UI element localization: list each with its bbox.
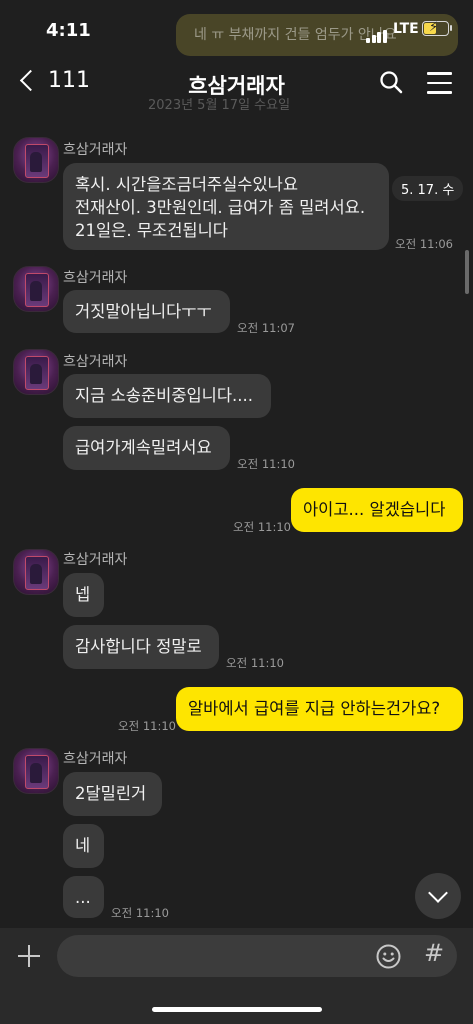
avatar[interactable] [13, 137, 59, 183]
signal-icon [366, 24, 388, 43]
avatar[interactable] [13, 549, 59, 595]
message-time: 오전 11:10 [237, 457, 295, 471]
battery-nub [450, 25, 452, 31]
message-bubble[interactable]: 감사합니다 정말로 [63, 625, 219, 669]
sender-name: 흐삼거래자 [63, 552, 128, 568]
menu-icon[interactable] [427, 72, 452, 101]
message-bubble[interactable]: 넵 [63, 573, 104, 617]
network-label: LTE [393, 21, 419, 37]
message-bubble[interactable]: 네 [63, 824, 104, 868]
sender-name: 흐삼거래자 [63, 142, 128, 158]
battery-icon: ⚡ [422, 20, 449, 36]
my-message-bubble[interactable]: 아이고... 알겠습니다 [291, 488, 463, 532]
search-icon[interactable] [379, 70, 403, 98]
message-time: 오전 11:10 [111, 906, 169, 920]
scrollbar[interactable] [465, 250, 469, 294]
status-bar: 네 ㅠ 부채까지 건들 엄두가 안나요 4:11 LTE ⚡ [0, 0, 473, 58]
emoji-icon[interactable] [376, 944, 401, 973]
home-indicator [152, 1007, 322, 1012]
message-time: 오전 11:10 [233, 520, 291, 534]
message-time: 오전 11:06 [395, 237, 453, 251]
plus-icon[interactable] [18, 945, 40, 967]
avatar[interactable] [13, 349, 59, 395]
hash-icon[interactable]: # [424, 939, 444, 967]
message-time: 오전 11:07 [237, 321, 295, 335]
message-time: 오전 11:10 [226, 656, 284, 670]
message-bubble[interactable]: 2달밀린거 [63, 772, 162, 816]
scroll-to-bottom-button[interactable] [415, 873, 461, 919]
message-bubble[interactable]: 지금 소송준비중입니다.... [63, 374, 271, 418]
chevron-down-icon [428, 883, 448, 903]
avatar[interactable] [13, 266, 59, 312]
message-bubble[interactable]: ... [63, 876, 104, 918]
sender-name: 흐삼거래자 [63, 751, 128, 767]
date-badge: 5. 17. 수 [392, 176, 464, 201]
message-bubble[interactable]: 급여가계속밀려서요 [63, 426, 230, 470]
message-time: 오전 11:10 [118, 719, 176, 733]
date-divider-ghost: 2023년 5월 17일 수요일 [148, 98, 291, 113]
status-time: 4:11 [46, 20, 91, 41]
avatar[interactable] [13, 748, 59, 794]
message-bubble[interactable]: 혹시. 시간을조금더주실수있나요 전재산이. 3만원인데. 급여가 좀 밀려서요… [63, 163, 389, 250]
sender-name: 흐삼거래자 [63, 270, 128, 286]
my-message-bubble[interactable]: 알바에서 급여를 지급 안하는건가요? [176, 687, 463, 731]
message-bubble[interactable]: 거짓말아닙니다ㅜㅜ [63, 290, 230, 333]
sender-name: 흐삼거래자 [63, 354, 128, 370]
